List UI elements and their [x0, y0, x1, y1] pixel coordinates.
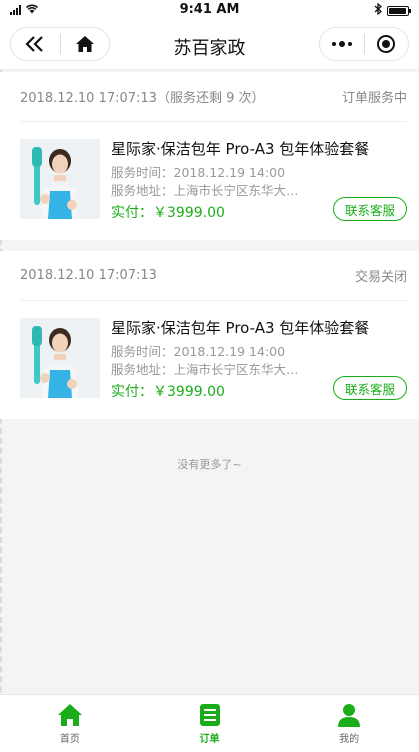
product-thumbnail — [20, 318, 100, 398]
no-more-text: 没有更多了~ — [177, 458, 242, 471]
service-time: 服务时间：2018.12.19 14:00 — [111, 344, 286, 359]
order-status: 订单服务中 — [341, 91, 407, 106]
home-icon — [57, 704, 82, 726]
nav-capsule-left — [10, 27, 110, 61]
bluetooth-icon — [374, 2, 382, 18]
product-thumbnail — [20, 139, 100, 219]
more-button[interactable] — [320, 28, 364, 60]
order-timestamp: 2018.12.10 17:07:13 — [20, 268, 157, 283]
order-timestamp: 2018.12.10 17:07:13（服务还剩 9 次） — [20, 91, 265, 106]
tab-home-label: 首页 — [59, 734, 80, 745]
navigation-bar: 苏百家政 — [0, 22, 419, 70]
tab-orders-label: 订单 — [199, 734, 220, 745]
double-chevron-left-icon — [25, 36, 44, 52]
home-button[interactable] — [61, 28, 110, 60]
order-status: 交易关闭 — [354, 270, 407, 285]
order-card[interactable]: 2018.12.10 17:07:13（服务还剩 9 次） 订单服务中 星际家·… — [0, 72, 419, 240]
paid-amount: 实付：￥3999.00 — [111, 384, 225, 400]
service-time: 服务时间：2018.12.19 14:00 — [111, 165, 286, 180]
product-name: 星际家·保洁包年 Pro-A3 包年体验套餐 — [111, 140, 370, 158]
service-address: 服务地址：上海市长宁区东华大… — [111, 362, 299, 377]
status-bar: 9:41 AM — [0, 0, 419, 22]
tab-profile-label: 我的 — [339, 734, 360, 745]
order-header: 2018.12.10 17:07:13 交易关闭 — [20, 251, 407, 301]
tab-profile[interactable]: 我的 — [279, 695, 419, 752]
tab-bar: 首页 订单 我的 — [0, 694, 419, 752]
order-body: 星际家·保洁包年 Pro-A3 包年体验套餐 服务时间：2018.12.19 1… — [20, 301, 407, 419]
order-list-icon — [199, 704, 220, 726]
page-title: 苏百家政 — [173, 38, 246, 59]
status-time: 9:41 AM — [179, 2, 240, 17]
battery-icon — [387, 5, 411, 16]
contact-service-button[interactable]: 联系客服 — [333, 376, 407, 400]
more-dots-icon — [331, 41, 352, 47]
close-miniprogram-button[interactable] — [365, 28, 409, 60]
nav-capsule-right — [319, 27, 409, 61]
tab-home[interactable]: 首页 — [0, 695, 140, 752]
contact-service-button[interactable]: 联系客服 — [333, 197, 407, 221]
paid-amount: 实付：￥3999.00 — [111, 205, 225, 221]
service-address: 服务地址：上海市长宁区东华大… — [111, 183, 299, 198]
back-button[interactable] — [11, 28, 60, 60]
order-body: 星际家·保洁包年 Pro-A3 包年体验套餐 服务时间：2018.12.19 1… — [20, 122, 407, 240]
order-header: 2018.12.10 17:07:13（服务还剩 9 次） 订单服务中 — [20, 72, 407, 122]
tab-orders[interactable]: 订单 — [140, 695, 280, 752]
order-card[interactable]: 2018.12.10 17:07:13 交易关闭 星际家·保洁包年 Pro-A3… — [0, 251, 419, 419]
home-icon — [75, 36, 94, 52]
product-name: 星际家·保洁包年 Pro-A3 包年体验套餐 — [111, 319, 370, 337]
profile-icon — [338, 704, 361, 727]
target-circle-icon — [377, 35, 396, 53]
